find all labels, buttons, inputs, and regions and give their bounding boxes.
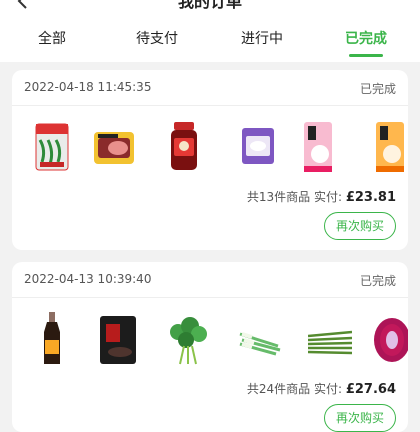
product-thumbnail-chives [308,330,352,355]
tab-all[interactable]: 全部 [12,28,92,48]
paid-label: 实付: [313,382,342,396]
item-count: 共13件商品 [246,190,311,204]
order-datetime: 2022-04-18 11:45:35 [24,80,152,94]
paid-label: 实付: [313,190,342,204]
order-status: 已完成 [359,274,396,288]
tab-completed[interactable]: 已完成 [326,28,406,48]
product-thumbnail-red-onion [374,318,408,362]
order-card-header: 2022-04-13 10:39:40 已完成 [12,262,408,298]
rebuy-button[interactable]: 再次购买 [324,404,396,432]
order-summary: 共24件商品 实付: £27.64 [247,380,396,397]
order-tabs: 全部 待支付 进行中 已完成 [0,28,420,54]
tab-in-progress[interactable]: 进行中 [222,28,302,48]
product-thumbnail-spring-onion [239,332,281,356]
product-thumbnail-orange-pack [376,122,404,172]
app-header: 我的订单 全部 待支付 进行中 已完成 [0,0,420,62]
order-datetime: 2022-04-13 10:39:40 [24,272,152,286]
order-product-thumbnails[interactable] [12,118,408,178]
product-thumbnail-black-bag [100,316,136,364]
paid-amount: £23.81 [345,190,396,205]
tab-pending-payment[interactable]: 待支付 [117,28,197,48]
paid-amount: £27.64 [345,382,396,397]
product-thumbnail-pink-pack [304,122,332,172]
product-thumbnail-chili-sauce-jar [171,122,197,170]
order-card[interactable]: 2022-04-18 11:45:35 已完成 共13件商品 实付: £23.8… [12,70,408,250]
rebuy-button[interactable]: 再次购买 [324,212,396,240]
item-count: 共24件商品 [246,382,311,396]
order-card[interactable]: 2022-04-13 10:39:40 已完成 共24件商品 实付: £27.6… [12,262,408,432]
order-product-thumbnails[interactable] [12,310,408,370]
order-card-header: 2022-04-18 11:45:35 已完成 [12,70,408,106]
order-summary: 共13件商品 实付: £23.81 [247,188,396,205]
product-thumbnail-coriander [170,317,207,365]
order-status: 已完成 [359,82,396,96]
page-title: 我的订单 [177,0,242,11]
active-tab-indicator [349,54,383,57]
product-thumbnail-sauce-bottle [44,312,60,364]
product-thumbnail-seaweed [35,123,69,171]
product-thumbnail-luncheon-meat [94,132,134,164]
product-thumbnail-dumplings-pack [242,128,274,164]
